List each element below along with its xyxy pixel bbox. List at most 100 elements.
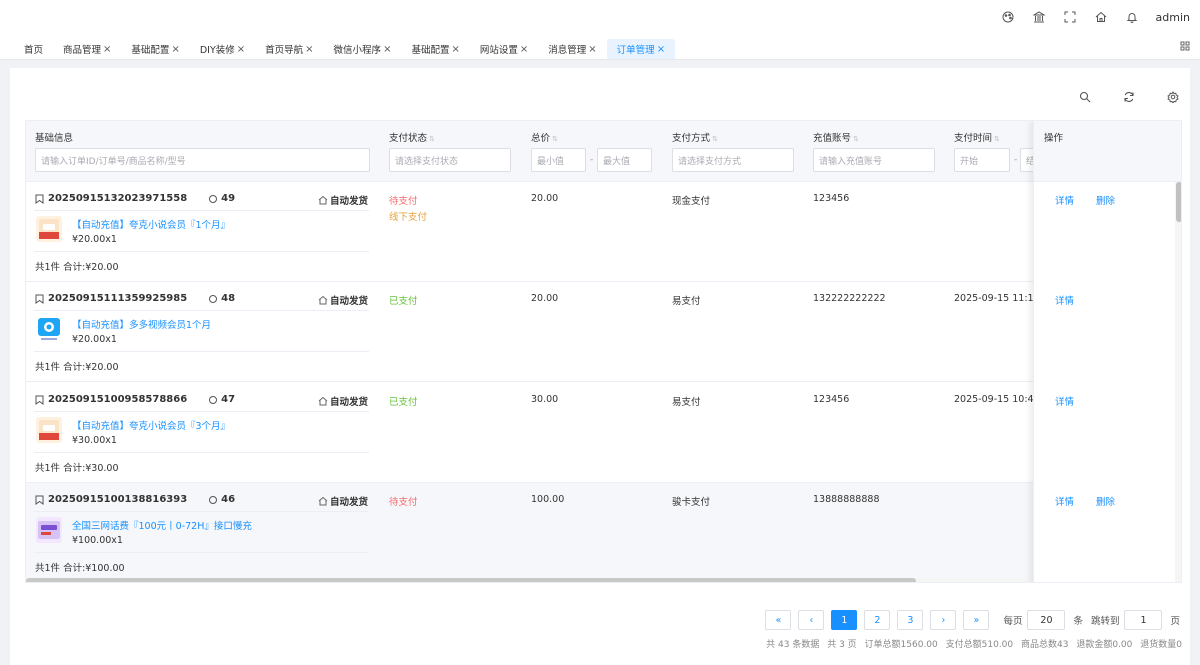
product-price: ¥20.00x1	[72, 334, 117, 345]
pagination: « ‹ 1 2 3 › » 每页 20 条 跳转到 1 页	[758, 610, 1180, 630]
tab-0[interactable]: 首页	[14, 39, 53, 59]
detail-link[interactable]: 详情	[1055, 394, 1074, 408]
tab-label: 消息管理	[548, 45, 587, 56]
horizontal-scroll-thumb[interactable]	[26, 578, 916, 582]
product-name[interactable]: 【自动充值】多多视频会员1个月	[72, 317, 211, 331]
tab-8[interactable]: 消息管理 ×	[538, 39, 606, 59]
pay-method: 易支付	[672, 296, 701, 307]
palette-icon[interactable]	[1001, 10, 1015, 24]
tab-label: 基础配置	[131, 45, 170, 56]
circle-icon	[209, 294, 218, 303]
delete-link[interactable]: 删除	[1096, 494, 1115, 508]
grid-menu-icon[interactable]	[1180, 41, 1190, 51]
page-button-3[interactable]: 3	[897, 610, 924, 630]
jump-page-input[interactable]: 1	[1124, 610, 1163, 630]
close-icon[interactable]: ×	[237, 44, 245, 55]
product-name[interactable]: 【自动充值】夸克小说会员『3个月』	[72, 418, 230, 432]
close-icon[interactable]: ×	[171, 44, 179, 55]
account: 13888888888	[813, 494, 880, 505]
header-total[interactable]: 总价 ⇅	[531, 130, 558, 144]
paid-total: 支付总额510.00	[945, 640, 1014, 650]
tab-label: DIY装修	[199, 45, 235, 56]
detail-link[interactable]: 详情	[1055, 193, 1074, 207]
table-row: 20250915100958578866 47 自动发货 【自动充值】夸克小说会…	[26, 382, 1181, 483]
next-page-button[interactable]: ›	[930, 610, 957, 630]
header-pay-status[interactable]: 支付状态 ⇅	[389, 130, 435, 144]
tab-3[interactable]: DIY装修 ×	[190, 39, 255, 59]
fullscreen-icon[interactable]	[1063, 10, 1077, 24]
header-pay-method[interactable]: 支付方式 ⇅	[672, 130, 718, 144]
status-badge: 待支付	[389, 497, 418, 508]
settings-icon[interactable]	[1166, 90, 1180, 104]
bookmark-icon	[35, 395, 44, 405]
top-bar: admin	[0, 0, 1200, 34]
header-account[interactable]: 充值账号 ⇅	[813, 130, 859, 144]
operations-column: 操作 详情 删除 详情 详情 详情 删除	[1033, 121, 1181, 582]
user-name[interactable]: admin	[1156, 11, 1190, 24]
start-date-input[interactable]: 开始	[954, 148, 1010, 172]
tab-label: 微信小程序	[333, 45, 382, 56]
tab-7[interactable]: 网站设置 ×	[470, 39, 538, 59]
refresh-icon[interactable]	[1122, 90, 1136, 104]
total-records: 共 43 条数据	[766, 640, 820, 650]
max-price-input[interactable]: 最大值	[597, 148, 652, 172]
home-icon[interactable]	[1094, 10, 1108, 24]
basic-filter-input[interactable]: 请输入订单ID/订单号/商品名称/型号	[35, 148, 370, 172]
account-filter-input[interactable]: 请输入充值账号	[813, 148, 935, 172]
tab-1[interactable]: 商品管理 ×	[53, 39, 121, 59]
detail-link[interactable]: 详情	[1055, 494, 1074, 508]
close-icon[interactable]: ×	[305, 44, 313, 55]
status-badge: 已支付	[389, 296, 418, 307]
pay-method: 易支付	[672, 397, 701, 408]
account: 123456	[813, 193, 850, 204]
order-summary: 共 43 条数据 共 3 页 订单总额1560.00 支付总额510.00 商品…	[761, 637, 1182, 650]
amount: 30.00	[531, 394, 559, 405]
product-name[interactable]: 全国三网话费『100元丨0-72H』接口慢充	[72, 518, 252, 532]
tab-9[interactable]: 订单管理 ×	[606, 39, 676, 59]
table-row: 20250915100138816393 46 自动发货 全国三网话费『100元…	[26, 483, 1181, 582]
tab-6[interactable]: 基础配置 ×	[401, 39, 469, 59]
tab-label: 首页	[24, 45, 44, 56]
date-range-dash: -	[1014, 155, 1018, 165]
tab-4[interactable]: 首页导航 ×	[255, 39, 323, 59]
horizontal-scrollbar[interactable]	[26, 578, 1033, 582]
last-page-button[interactable]: »	[963, 610, 990, 630]
header-basic: 基础信息	[35, 133, 74, 144]
min-price-input[interactable]: 最小值	[531, 148, 586, 172]
delete-link[interactable]: 删除	[1096, 193, 1115, 207]
vertical-scrollbar[interactable]	[1175, 182, 1181, 582]
tab-2[interactable]: 基础配置 ×	[121, 39, 189, 59]
pay-method-select[interactable]: 请选择支付方式	[672, 148, 794, 172]
amount: 20.00	[531, 293, 559, 304]
page-button-2[interactable]: 2	[864, 610, 891, 630]
tab-5[interactable]: 微信小程序 ×	[324, 39, 402, 59]
vertical-scroll-thumb[interactable]	[1176, 182, 1181, 222]
header-pay-time[interactable]: 支付时间 ⇅	[954, 130, 1000, 144]
main-panel: 基础信息 支付状态 ⇅ 总价 ⇅ 支付方式 ⇅ 充值账号 ⇅ 支付时间 ⇅ 请输入订单ID…	[10, 68, 1190, 665]
close-icon[interactable]: ×	[657, 44, 665, 55]
first-page-button[interactable]: «	[765, 610, 792, 630]
prev-page-button[interactable]: ‹	[798, 610, 825, 630]
close-icon[interactable]: ×	[451, 44, 459, 55]
per-page-input[interactable]: 20	[1027, 610, 1066, 630]
close-icon[interactable]: ×	[383, 44, 391, 55]
house-icon	[318, 195, 328, 205]
bank-icon[interactable]	[1032, 10, 1046, 24]
delivery-type: 自动发货	[318, 394, 368, 408]
close-icon[interactable]: ×	[588, 44, 596, 55]
pay-method: 骏卡支付	[672, 497, 711, 508]
close-icon[interactable]: ×	[520, 44, 528, 55]
close-icon[interactable]: ×	[103, 44, 111, 55]
tab-label: 网站设置	[479, 45, 518, 56]
amount: 100.00	[531, 494, 565, 505]
circle-icon	[209, 194, 218, 203]
detail-link[interactable]: 详情	[1055, 293, 1074, 307]
order-total-line: 共1件 合计:¥20.00	[35, 362, 119, 373]
range-dash: -	[590, 155, 594, 165]
search-icon[interactable]	[1078, 90, 1092, 104]
bell-icon[interactable]	[1125, 10, 1139, 24]
table-row: 20250915132023971558 49 自动发货 【自动充值】夸克小说会…	[26, 182, 1181, 282]
pay-status-select[interactable]: 请选择支付状态	[389, 148, 511, 172]
product-name[interactable]: 【自动充值】夸克小说会员『1个月』	[72, 217, 230, 231]
page-button-1[interactable]: 1	[831, 610, 858, 630]
